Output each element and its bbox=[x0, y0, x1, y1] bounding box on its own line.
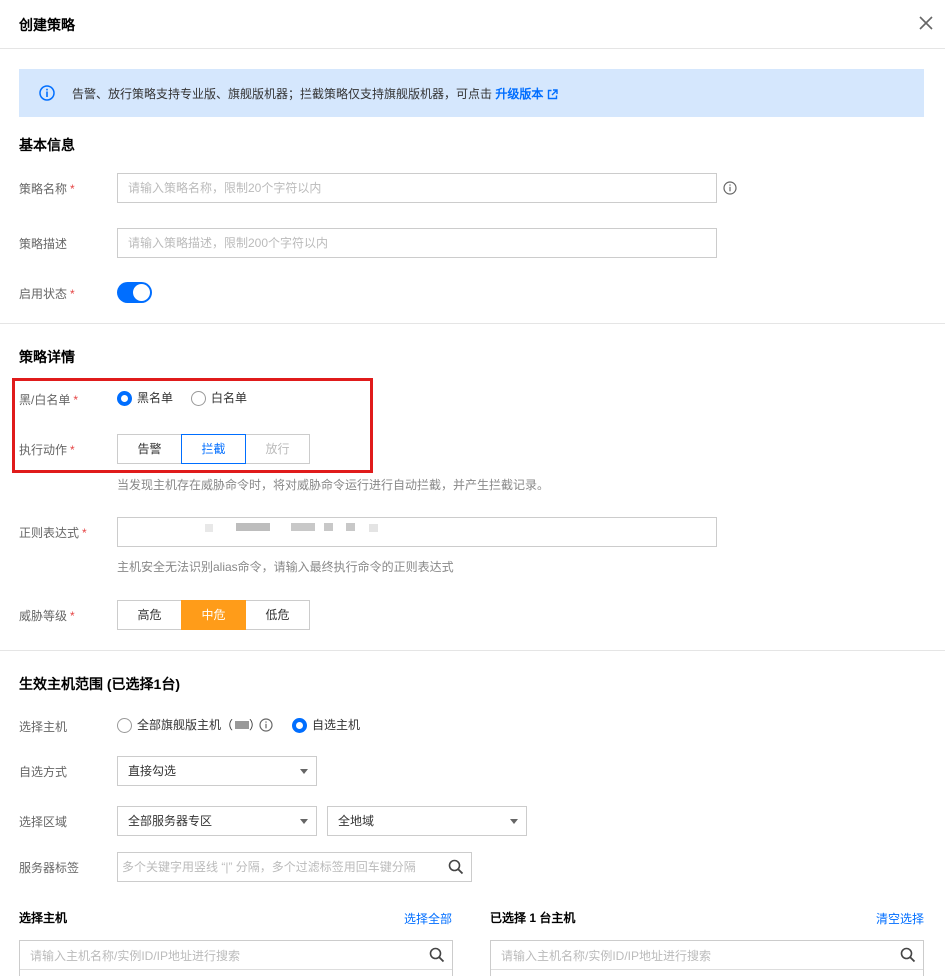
section-divider bbox=[0, 323, 945, 324]
threat-low-button[interactable]: 低危 bbox=[245, 600, 310, 630]
list-type-label: 黑/白名单 * bbox=[19, 393, 79, 407]
radio-label: 白名单 bbox=[211, 391, 248, 405]
dialog-title: 创建策略 bbox=[19, 17, 75, 33]
mode-label: 自选方式 bbox=[19, 765, 68, 779]
threat-label: 威胁等级 * bbox=[19, 609, 75, 623]
radio-label: 全部旗舰版主机（） bbox=[137, 718, 262, 732]
redacted-block bbox=[369, 524, 378, 532]
list-type-label-text: 黑/白名单 bbox=[19, 393, 71, 407]
host-search-input[interactable]: 请输入主机名称/实例ID/IP地址进行搜索 bbox=[19, 940, 453, 976]
chevron-down-icon bbox=[300, 819, 308, 824]
search-icon[interactable] bbox=[429, 947, 445, 963]
help-icon[interactable] bbox=[259, 718, 273, 732]
radio-dot bbox=[117, 391, 132, 406]
host-picker-title: 选择主机 bbox=[19, 911, 68, 925]
policy-desc-label: 策略描述 bbox=[19, 237, 68, 251]
redacted-count bbox=[235, 721, 250, 729]
chevron-down-icon bbox=[300, 769, 308, 774]
redacted-block bbox=[236, 523, 270, 531]
policy-name-label-text: 策略名称 bbox=[19, 182, 68, 196]
basic-section-title: 基本信息 bbox=[19, 137, 75, 153]
regex-hint: 主机安全无法识别alias命令，请输入最终执行命令的正则表达式 bbox=[117, 560, 454, 574]
detail-section-title: 策略详情 bbox=[19, 349, 75, 365]
scope-section-title: 生效主机范围 (已选择1台) bbox=[19, 676, 180, 692]
regex-label-text: 正则表达式 bbox=[19, 526, 80, 540]
threat-label-text: 威胁等级 bbox=[19, 609, 68, 623]
help-icon[interactable] bbox=[723, 181, 737, 195]
radio-label: 黑名单 bbox=[137, 391, 174, 405]
mode-select-value: 直接勾选 bbox=[128, 764, 177, 778]
search-icon[interactable] bbox=[900, 947, 916, 963]
info-icon bbox=[39, 85, 55, 101]
notice-text: 告警、放行策略支持专业版、旗舰版机器；拦截策略仅支持旗舰版机器，可点击 升级版本 bbox=[72, 85, 559, 102]
list-divider bbox=[491, 969, 923, 970]
status-label: 启用状态 * bbox=[19, 287, 75, 301]
action-block-button[interactable]: 拦截 bbox=[181, 434, 246, 464]
tag-label: 服务器标签 bbox=[19, 861, 80, 875]
search-icon[interactable] bbox=[448, 859, 464, 875]
section-divider bbox=[0, 650, 945, 651]
region-label: 选择区域 bbox=[19, 815, 68, 829]
region-select[interactable]: 全地域 bbox=[327, 806, 527, 836]
radio-all-flagship-hosts[interactable]: 全部旗舰版主机（） bbox=[117, 717, 261, 733]
tag-search-input[interactable]: 多个关键字用竖线 “|” 分隔，多个过滤标签用回车键分隔 bbox=[117, 852, 472, 882]
clear-selection-link[interactable]: 清空选择 bbox=[876, 910, 924, 927]
redacted-block bbox=[205, 524, 213, 532]
mode-select[interactable]: 直接勾选 bbox=[117, 756, 317, 786]
redacted-block bbox=[346, 523, 355, 531]
policy-name-input[interactable]: 请输入策略名称，限制20个字符以内 bbox=[117, 173, 717, 203]
policy-desc-input[interactable]: 请输入策略描述，限制200个字符以内 bbox=[117, 228, 717, 258]
radio-dot bbox=[191, 391, 206, 406]
notice-message: 告警、放行策略支持专业版、旗舰版机器；拦截策略仅支持旗舰版机器，可点击 bbox=[72, 87, 496, 101]
notice-banner: 告警、放行策略支持专业版、旗舰版机器；拦截策略仅支持旗舰版机器，可点击 升级版本 bbox=[19, 69, 924, 117]
radio-blacklist[interactable]: 黑名单 bbox=[117, 390, 179, 406]
status-toggle[interactable] bbox=[117, 282, 152, 303]
selected-host-search-input[interactable]: 请输入主机名称/实例ID/IP地址进行搜索 bbox=[490, 940, 924, 976]
chevron-down-icon bbox=[510, 819, 518, 824]
action-segmented: 告警 拦截 放行 bbox=[117, 434, 310, 464]
regex-label: 正则表达式 * bbox=[19, 526, 87, 540]
policy-name-label: 策略名称 * bbox=[19, 182, 75, 196]
close-icon[interactable] bbox=[915, 12, 937, 34]
radio-dot bbox=[117, 718, 132, 733]
host-label: 选择主机 bbox=[19, 720, 68, 734]
zone-select[interactable]: 全部服务器专区 bbox=[117, 806, 317, 836]
select-all-link[interactable]: 选择全部 bbox=[404, 910, 452, 927]
selected-hosts-title: 已选择 1 台主机 bbox=[490, 911, 576, 925]
action-alert-button[interactable]: 告警 bbox=[117, 434, 182, 464]
radio-label: 自选主机 bbox=[312, 718, 361, 732]
action-label-text: 执行动作 bbox=[19, 443, 68, 457]
upgrade-link-label: 升级版本 bbox=[495, 87, 544, 101]
toggle-knob bbox=[133, 284, 150, 301]
redacted-block bbox=[324, 523, 333, 531]
threat-high-button[interactable]: 高危 bbox=[117, 600, 182, 630]
region-select-value: 全地域 bbox=[338, 814, 375, 828]
redacted-block bbox=[291, 523, 315, 531]
dialog-header: 创建策略 bbox=[0, 0, 945, 49]
external-link-icon bbox=[548, 89, 559, 100]
threat-medium-button[interactable]: 中危 bbox=[181, 600, 246, 630]
radio-label-text: 全部旗舰版主机（ bbox=[137, 718, 234, 732]
action-allow-button[interactable]: 放行 bbox=[245, 434, 310, 464]
action-label: 执行动作 * bbox=[19, 443, 75, 457]
action-hint: 当发现主机存在威胁命令时，将对威胁命令运行进行自动拦截，并产生拦截记录。 bbox=[117, 478, 550, 492]
regex-input[interactable] bbox=[117, 517, 717, 547]
list-divider bbox=[20, 969, 452, 970]
radio-whitelist[interactable]: 白名单 bbox=[191, 390, 253, 406]
threat-segmented: 高危 中危 低危 bbox=[117, 600, 310, 630]
zone-select-value: 全部服务器专区 bbox=[128, 814, 213, 828]
upgrade-link[interactable]: 升级版本 bbox=[495, 87, 559, 101]
status-label-text: 启用状态 bbox=[19, 287, 68, 301]
radio-custom-hosts[interactable]: 自选主机 bbox=[292, 717, 364, 733]
radio-dot bbox=[292, 718, 307, 733]
